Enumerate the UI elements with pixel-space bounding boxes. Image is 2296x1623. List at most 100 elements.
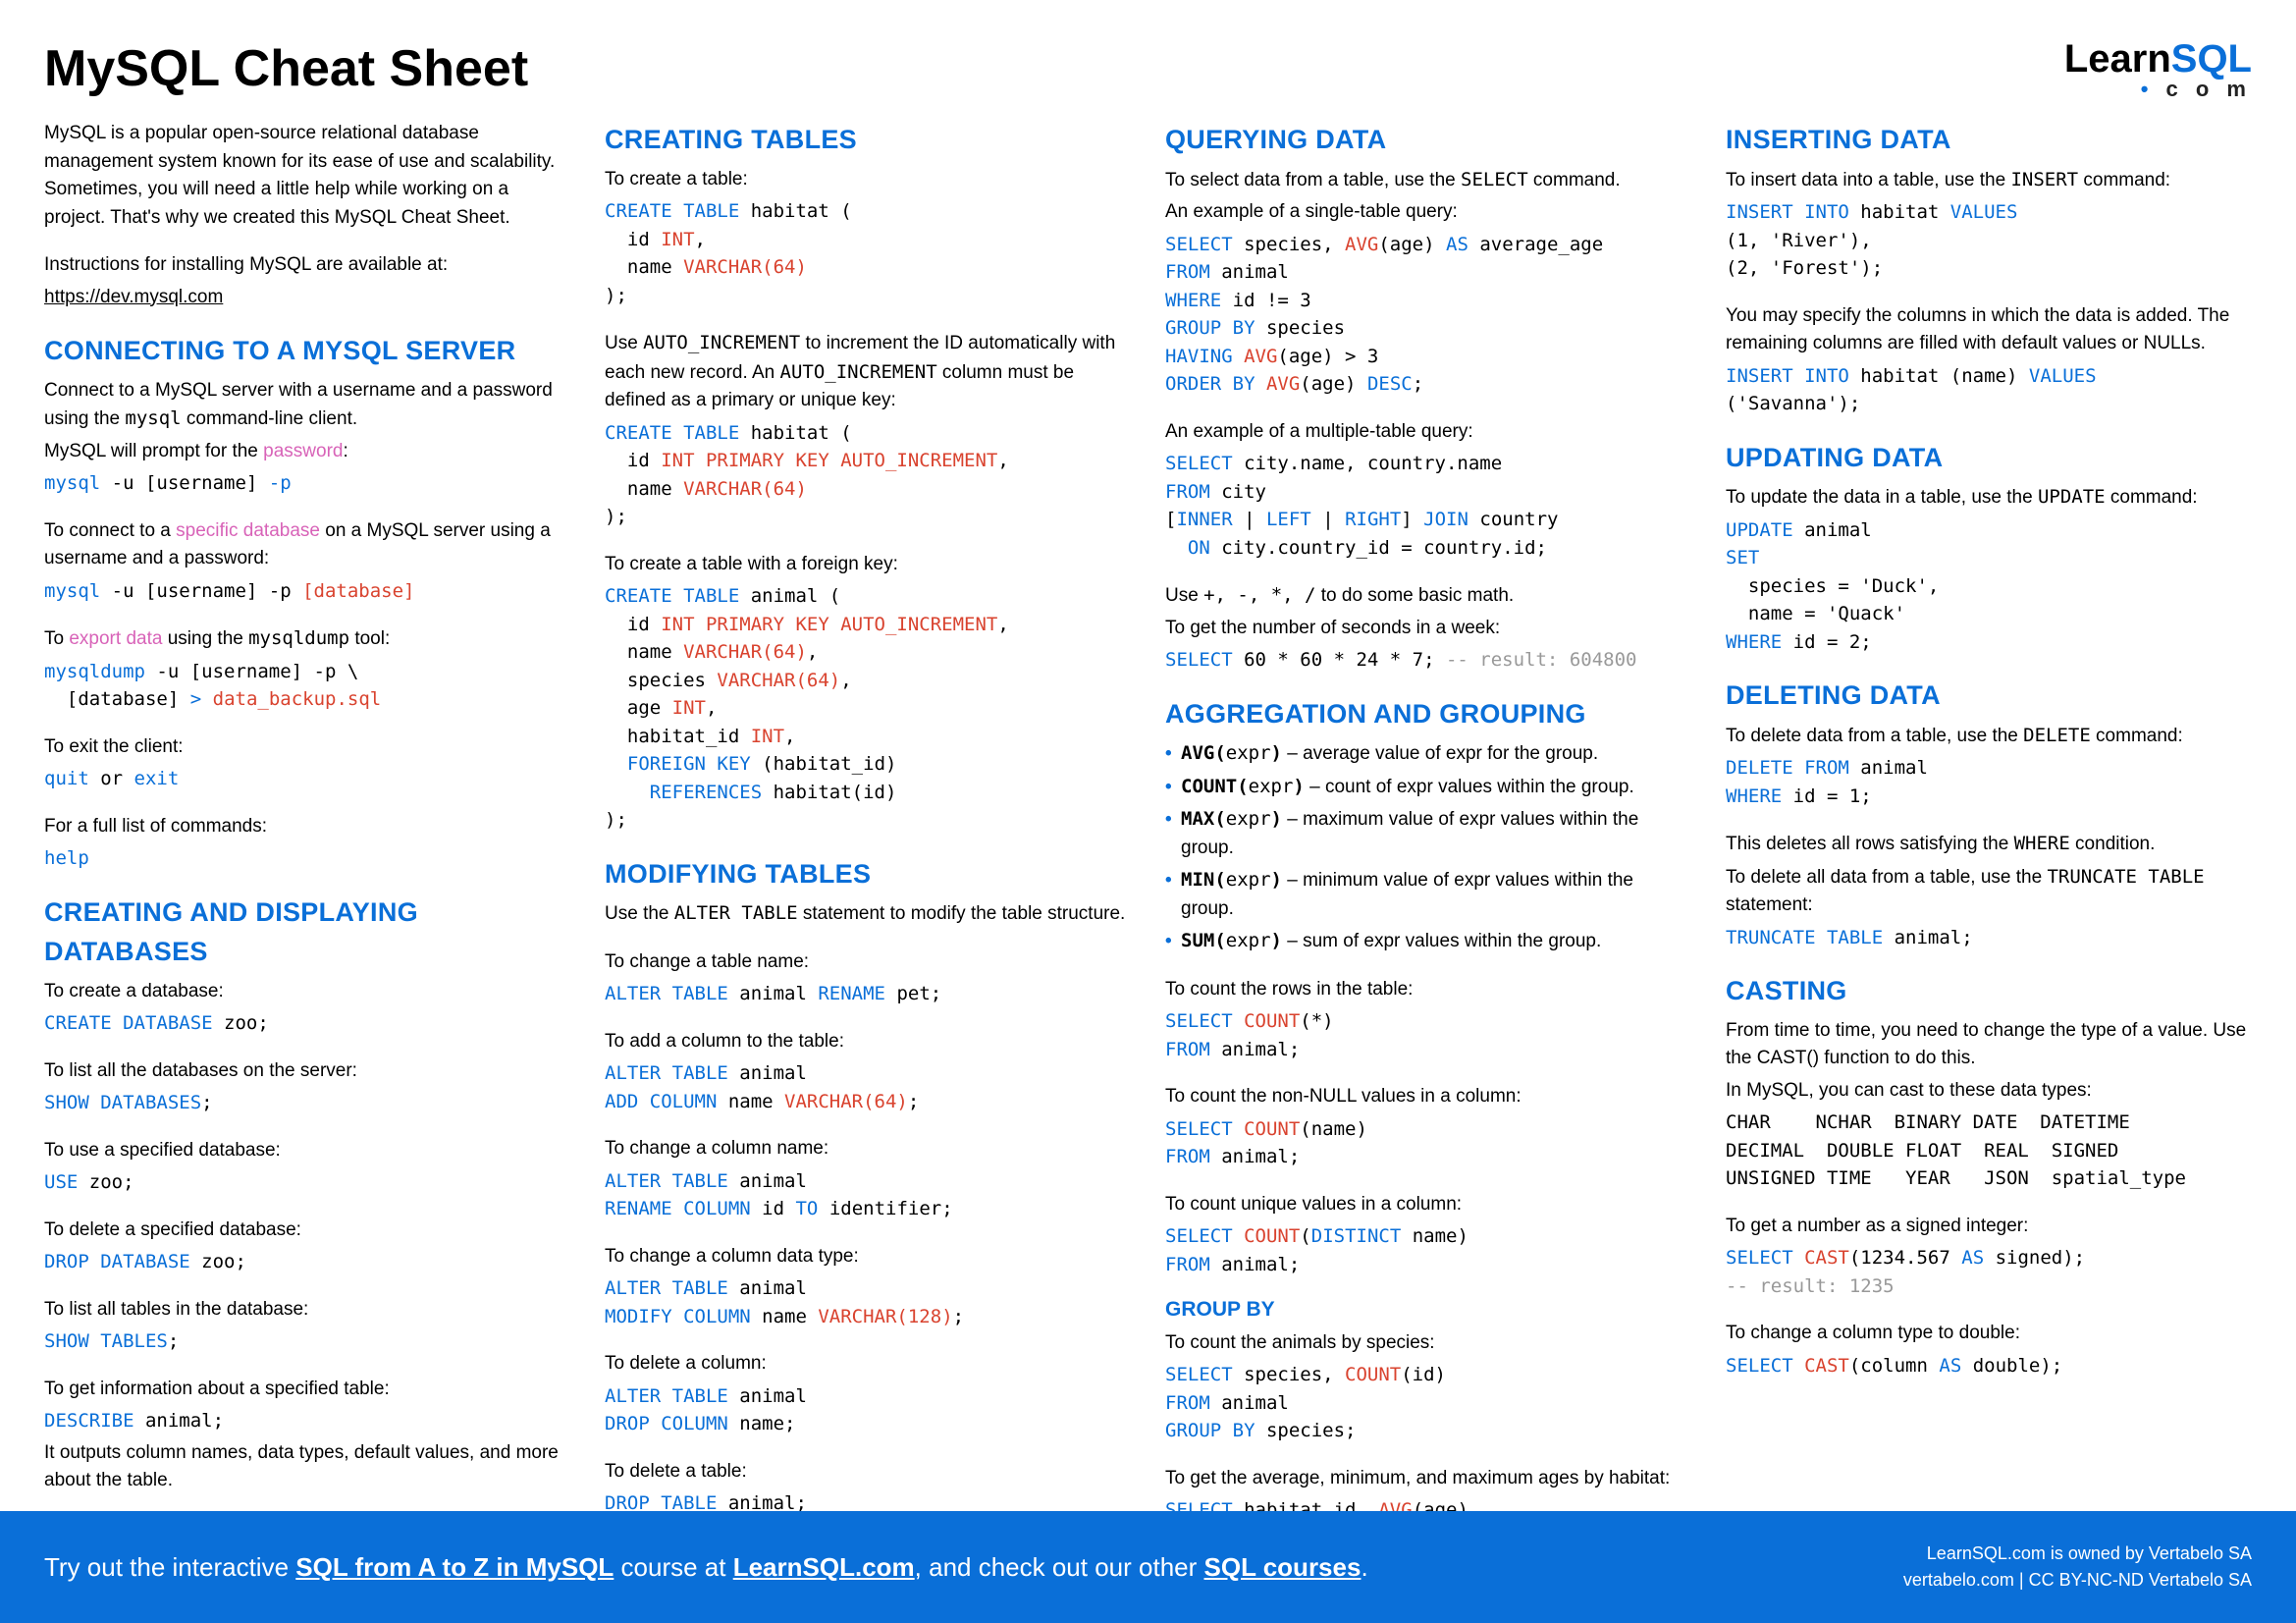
code-db-3: USE zoo; — [44, 1168, 570, 1197]
creating-tables-h: CREATING TABLES — [605, 120, 1131, 160]
column-2: CREATING TABLES To create a table: CREAT… — [605, 120, 1131, 1612]
db-p4: To delete a specified database: — [44, 1217, 570, 1245]
del-p3: To delete all data from a table, use the… — [1726, 863, 2252, 920]
connecting-p4: To export data using the mysqldump tool: — [44, 624, 570, 654]
ins-p1: To insert data into a table, use the INS… — [1726, 166, 2252, 195]
ct-p2: Use AUTO_INCREMENT to increment the ID a… — [605, 329, 1131, 415]
logo-sql: SQL — [2171, 37, 2252, 81]
code-connect-2: mysql -u [username] -p [database] — [44, 577, 570, 606]
code-mod-1: ALTER TABLE animal RENAME pet; — [605, 980, 1131, 1008]
db-p5: To list all tables in the database: — [44, 1296, 570, 1325]
footer-link-2[interactable]: LearnSQL.com — [733, 1552, 915, 1582]
column-3: QUERYING DATA To select data from a tabl… — [1165, 120, 1691, 1612]
db-p6: To get information about a specified tab… — [44, 1376, 570, 1404]
code-ct-1: CREATE TABLE habitat ( id INT, name VARC… — [605, 197, 1131, 309]
updating-h: UPDATING DATA — [1726, 438, 2252, 478]
logo-dot: • — [2141, 77, 2155, 101]
connecting-p6: For a full list of commands: — [44, 813, 570, 841]
code-mod-5: ALTER TABLE animal DROP COLUMN name; — [605, 1382, 1131, 1438]
code-ins-1: INSERT INTO habitat VALUES (1, 'River'),… — [1726, 198, 2252, 283]
column-1: MySQL is a popular open-source relationa… — [44, 120, 570, 1612]
code-db-1: CREATE DATABASE zoo; — [44, 1009, 570, 1038]
q-p1: To select data from a table, use the SEL… — [1165, 166, 1691, 195]
footer-link-3[interactable]: SQL courses — [1204, 1552, 1362, 1582]
code-cast-1: SELECT CAST(1234.567 AS signed); -- resu… — [1726, 1244, 2252, 1300]
intro-p1: MySQL is a popular open-source relationa… — [44, 120, 570, 232]
code-connect-1: mysql -u [username] -p — [44, 469, 570, 498]
inserting-h: INSERTING DATA — [1726, 120, 2252, 160]
mod-p3: To add a column to the table: — [605, 1028, 1131, 1056]
code-agg-2: SELECT COUNT(name) FROM animal; — [1165, 1115, 1691, 1171]
connecting-h: CONNECTING TO A MYSQL SERVER — [44, 331, 570, 371]
code-agg-3: SELECT COUNT(DISTINCT name) FROM animal; — [1165, 1222, 1691, 1278]
del-p2: This deletes all rows satisfying the WHE… — [1726, 830, 2252, 859]
groupby-h: GROUP BY — [1165, 1294, 1691, 1325]
ct-p3: To create a table with a foreign key: — [605, 551, 1131, 579]
gb-p1: To count the animals by species: — [1165, 1329, 1691, 1358]
modifying-h: MODIFYING TABLES — [605, 854, 1131, 894]
mod-p2: To change a table name: — [605, 948, 1131, 977]
q-p4: Use +, -, *, / to do some basic math. — [1165, 581, 1691, 611]
footer-left: Try out the interactive SQL from A to Z … — [44, 1552, 1368, 1583]
code-del-1: DELETE FROM animal WHERE id = 1; — [1726, 754, 2252, 810]
code-mod-4: ALTER TABLE animal MODIFY COLUMN name VA… — [605, 1274, 1131, 1330]
code-gb-1: SELECT species, COUNT(id) FROM animal GR… — [1165, 1361, 1691, 1445]
code-q-1: SELECT species, AVG(age) AS average_age … — [1165, 231, 1691, 399]
code-cast-2: SELECT CAST(column AS double); — [1726, 1352, 2252, 1380]
footer: Try out the interactive SQL from A to Z … — [0, 1511, 2296, 1623]
ct-p1: To create a table: — [605, 166, 1131, 194]
intro-link[interactable]: https://dev.mysql.com — [44, 287, 223, 307]
code-connect-4: quit or exit — [44, 765, 570, 793]
code-q-2: SELECT city.name, country.name FROM city… — [1165, 450, 1691, 562]
code-db-4: DROP DATABASE zoo; — [44, 1248, 570, 1276]
mod-p6: To delete a column: — [605, 1350, 1131, 1379]
page-title: MySQL Cheat Sheet — [44, 39, 528, 98]
footer-right: LearnSQL.com is owned by Vertabelo SA ve… — [1903, 1541, 2252, 1594]
q-p5: To get the number of seconds in a week: — [1165, 615, 1691, 643]
cast-p3: To get a number as a signed integer: — [1726, 1213, 2252, 1241]
querying-h: QUERYING DATA — [1165, 120, 1691, 160]
agg-item: MIN(expr) – minimum value of expr values… — [1181, 866, 1691, 923]
code-ins-2: INSERT INTO habitat (name) VALUES ('Sava… — [1726, 362, 2252, 418]
agg-item: COUNT(expr) – count of expr values withi… — [1181, 773, 1691, 802]
logo: LearnSQL • c o m — [2064, 39, 2252, 100]
databases-h: CREATING AND DISPLAYING DATABASES — [44, 893, 570, 972]
cast-p2: In MySQL, you can cast to these data typ… — [1726, 1077, 2252, 1106]
db-p7: It outputs column names, data types, def… — [44, 1439, 570, 1495]
cast-p1: From time to time, you need to change th… — [1726, 1017, 2252, 1073]
connecting-p5: To exit the client: — [44, 733, 570, 762]
code-del-2: TRUNCATE TABLE animal; — [1726, 924, 2252, 952]
code-db-5: SHOW TABLES; — [44, 1327, 570, 1356]
mod-p5: To change a column data type: — [605, 1243, 1131, 1271]
code-upd-1: UPDATE animal SET species = 'Duck', name… — [1726, 516, 2252, 657]
code-agg-1: SELECT COUNT(*) FROM animal; — [1165, 1007, 1691, 1063]
aggregation-h: AGGREGATION AND GROUPING — [1165, 694, 1691, 734]
gb-p2: To get the average, minimum, and maximum… — [1165, 1465, 1691, 1493]
code-ct-2: CREATE TABLE habitat ( id INT PRIMARY KE… — [605, 419, 1131, 531]
cast-types: CHAR NCHAR BINARY DATE DATETIME DECIMAL … — [1726, 1109, 2252, 1193]
agg-item: AVG(expr) – average value of expr for th… — [1181, 739, 1691, 769]
connecting-p2: MySQL will prompt for the password: — [44, 438, 570, 466]
footer-right-2: vertabelo.com | CC BY-NC-ND Vertabelo SA — [1903, 1567, 2252, 1594]
connecting-p1: Connect to a MySQL server with a usernam… — [44, 377, 570, 434]
cast-p4: To change a column type to double: — [1726, 1320, 2252, 1348]
code-mod-3: ALTER TABLE animal RENAME COLUMN id TO i… — [605, 1167, 1131, 1223]
aggregation-list: AVG(expr) – average value of expr for th… — [1165, 739, 1691, 956]
code-db-2: SHOW DATABASES; — [44, 1089, 570, 1117]
agg-p1: To count the rows in the table: — [1165, 976, 1691, 1004]
code-connect-3: mysqldump -u [username] -p \ [database] … — [44, 658, 570, 714]
db-p3: To use a specified database: — [44, 1137, 570, 1165]
casting-h: CASTING — [1726, 971, 2252, 1011]
footer-link-1[interactable]: SQL from A to Z in MySQL — [295, 1552, 614, 1582]
agg-p3: To count unique values in a column: — [1165, 1191, 1691, 1219]
header: MySQL Cheat Sheet LearnSQL • c o m — [44, 39, 2252, 100]
ins-p2: You may specify the columns in which the… — [1726, 302, 2252, 358]
code-db-6: DESCRIBE animal; — [44, 1407, 570, 1435]
code-ct-3: CREATE TABLE animal ( id INT PRIMARY KEY… — [605, 582, 1131, 835]
code-q-3: SELECT 60 * 60 * 24 * 7; -- result: 6048… — [1165, 646, 1691, 675]
db-p2: To list all the databases on the server: — [44, 1057, 570, 1086]
agg-p2: To count the non-NULL values in a column… — [1165, 1083, 1691, 1111]
mod-p7: To delete a table: — [605, 1458, 1131, 1487]
agg-item: MAX(expr) – maximum value of expr values… — [1181, 805, 1691, 862]
column-4: INSERTING DATA To insert data into a tab… — [1726, 120, 2252, 1612]
